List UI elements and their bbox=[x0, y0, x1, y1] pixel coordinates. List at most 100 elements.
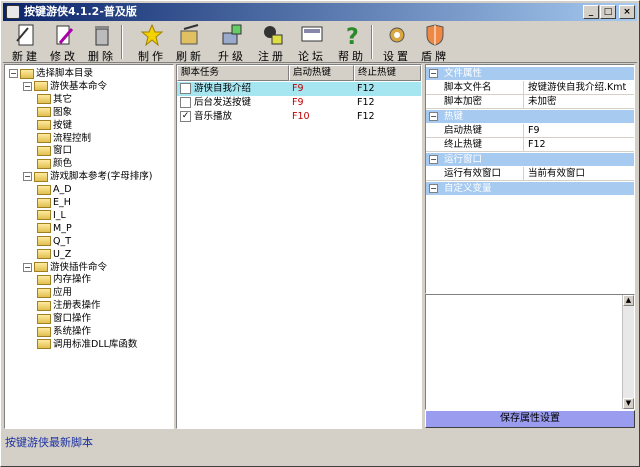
tree-node[interactable]: − 游戏脚本参考(字母排序) bbox=[23, 170, 152, 183]
collapse-icon[interactable]: − bbox=[429, 155, 438, 164]
scrollbar[interactable]: ▲ ▼ bbox=[622, 295, 634, 409]
refresh-icon bbox=[178, 23, 202, 47]
tree-node-label: 图象 bbox=[53, 106, 73, 118]
tree-node[interactable]: 窗口操作 bbox=[37, 312, 91, 325]
prop-value[interactable]: 当前有效窗口 bbox=[526, 167, 632, 181]
prop-key: 脚本加密 bbox=[442, 95, 524, 108]
tree-node[interactable]: U_Z bbox=[37, 248, 71, 261]
expand-icon[interactable]: − bbox=[429, 184, 438, 193]
task-checkbox[interactable] bbox=[180, 83, 191, 94]
toolbar-upgrade-button[interactable]: 升级 bbox=[213, 23, 251, 63]
folder-icon bbox=[37, 339, 51, 350]
folder-icon bbox=[37, 120, 51, 131]
prop-value[interactable]: 未加密 bbox=[526, 95, 632, 109]
toolbar-new-file-button[interactable]: 新建 bbox=[7, 23, 45, 63]
task-start-hotkey: F9 bbox=[292, 83, 304, 94]
category-file-label: 文件属性 bbox=[444, 68, 483, 79]
toolbar-forum-button[interactable]: 论坛 bbox=[293, 23, 331, 63]
tree-node-label: 游戏脚本参考(字母排序) bbox=[50, 171, 153, 183]
collapse-icon[interactable]: − bbox=[23, 172, 32, 182]
tree-node[interactable]: 应用 bbox=[37, 286, 72, 299]
prop-row-script-file[interactable]: 脚本文件名 按键游侠自我介绍.Kmt bbox=[426, 81, 634, 95]
col-header-start-hotkey[interactable]: 启动热键 bbox=[289, 65, 354, 81]
tree-node[interactable]: E_H bbox=[37, 196, 71, 209]
toolbar-trash-button[interactable]: 删除 bbox=[83, 23, 121, 63]
prop-row-encrypt[interactable]: 脚本加密 未加密 bbox=[426, 95, 634, 109]
tree-node[interactable]: 注册表操作 bbox=[37, 299, 101, 312]
tree-node[interactable]: Q_T bbox=[37, 235, 71, 248]
task-row[interactable]: ✓ 音乐播放 F10 F12 bbox=[177, 110, 421, 124]
collapse-icon[interactable]: − bbox=[429, 69, 438, 78]
toolbar-separator bbox=[371, 25, 373, 59]
task-row[interactable]: 游侠自我介绍 F9 F12 bbox=[177, 82, 421, 96]
tree-node[interactable]: A_D bbox=[37, 183, 72, 196]
task-checkbox[interactable]: ✓ bbox=[180, 111, 191, 122]
category-custom-vars[interactable]: − 自定义变量 bbox=[426, 182, 634, 195]
tree-node[interactable]: 按键 bbox=[37, 119, 72, 132]
scroll-up-icon[interactable]: ▲ bbox=[623, 295, 634, 306]
prop-value[interactable]: F9 bbox=[526, 124, 632, 138]
toolbar-edit-button[interactable]: 修改 bbox=[45, 23, 83, 63]
folder-icon bbox=[34, 262, 48, 272]
tree-node[interactable]: 流程控制 bbox=[37, 132, 91, 145]
tree-node[interactable]: − 游侠插件命令 bbox=[23, 261, 107, 274]
prop-value[interactable]: F12 bbox=[526, 138, 632, 152]
task-stop-hotkey: F12 bbox=[357, 97, 375, 108]
script-directory-tree[interactable]: − 选择脚本目录 − 游侠基本命令 其它 图象 按键 流程控制 窗口 颜色 − 游戏脚本参考(字母排序… bbox=[4, 64, 174, 429]
prop-row-start-hotkey[interactable]: 启动热键 F9 bbox=[426, 124, 634, 138]
task-start-hotkey: F9 bbox=[292, 97, 304, 108]
settings-icon bbox=[385, 23, 409, 47]
prop-row-stop-hotkey[interactable]: 终止热键 F12 bbox=[426, 138, 634, 152]
tree-node[interactable]: 窗口 bbox=[37, 144, 72, 157]
category-window-label: 运行窗口 bbox=[444, 154, 483, 165]
toolbar-label: 设置 bbox=[383, 50, 411, 63]
tree-node[interactable]: − 游侠基本命令 bbox=[23, 80, 107, 93]
tree-node[interactable]: 内存操作 bbox=[37, 273, 91, 286]
main-window: 按键游侠4.1.2-普及版 _ □ × 新建 修改 删除 制作 刷新 升级 注册 论坛? 帮助 设… bbox=[0, 0, 640, 467]
task-list[interactable]: 脚本任务 启动热键 终止热键 游侠自我介绍 F9 F12 后台发送按键 F9 F12 ✓ 音乐… bbox=[176, 64, 422, 429]
save-properties-button[interactable]: 保存属性设置 bbox=[425, 410, 635, 428]
description-box[interactable]: ▲ ▼ bbox=[425, 294, 635, 410]
category-window[interactable]: − 运行窗口 bbox=[426, 153, 634, 166]
prop-row-active-window[interactable]: 运行有效窗口 当前有效窗口 bbox=[426, 167, 634, 181]
tree-node[interactable]: I_L bbox=[37, 209, 66, 222]
toolbar-label: 制作 bbox=[138, 50, 166, 63]
title-bar[interactable]: 按键游侠4.1.2-普及版 _ □ × bbox=[3, 3, 637, 21]
tree-node[interactable]: 图象 bbox=[37, 106, 72, 119]
close-button[interactable]: × bbox=[619, 5, 635, 19]
toolbar-settings-button[interactable]: 设置 bbox=[378, 23, 416, 63]
status-link[interactable]: 按键游侠最新脚本 bbox=[5, 434, 93, 450]
toolbar-refresh-button[interactable]: 刷新 bbox=[171, 23, 209, 63]
tree-node-label: E_H bbox=[53, 197, 71, 208]
folder-icon bbox=[37, 184, 51, 195]
toolbar-shield-button[interactable]: 盾牌 bbox=[416, 23, 454, 63]
toolbar-label: 升级 bbox=[218, 50, 246, 63]
collapse-icon[interactable]: − bbox=[429, 112, 438, 121]
collapse-icon[interactable]: − bbox=[9, 69, 18, 78]
prop-value[interactable]: 按键游侠自我介绍.Kmt bbox=[526, 81, 632, 95]
forum-icon bbox=[300, 23, 324, 47]
collapse-icon[interactable]: − bbox=[23, 81, 32, 91]
prop-key: 终止热键 bbox=[442, 138, 524, 151]
task-checkbox[interactable] bbox=[180, 97, 191, 108]
category-file[interactable]: − 文件属性 bbox=[426, 67, 634, 80]
tree-node[interactable]: M_P bbox=[37, 222, 72, 235]
tree-node[interactable]: − 选择脚本目录 bbox=[9, 67, 93, 80]
task-row[interactable]: 后台发送按键 F9 F12 bbox=[177, 96, 421, 110]
category-hotkey[interactable]: − 热键 bbox=[426, 110, 634, 123]
maximize-button[interactable]: □ bbox=[600, 5, 616, 19]
folder-icon bbox=[37, 158, 51, 169]
col-header-stop-hotkey[interactable]: 终止热键 bbox=[354, 65, 421, 81]
scroll-down-icon[interactable]: ▼ bbox=[623, 398, 634, 409]
toolbar-star-button[interactable]: 制作 bbox=[133, 23, 171, 63]
toolbar-register-button[interactable]: 注册 bbox=[253, 23, 291, 63]
tree-node[interactable]: 颜色 bbox=[37, 157, 72, 170]
tree-node[interactable]: 系统操作 bbox=[37, 325, 91, 338]
minimize-button[interactable]: _ bbox=[583, 5, 599, 19]
col-header-task[interactable]: 脚本任务 bbox=[177, 65, 289, 81]
tree-node[interactable]: 调用标准DLL库函数 bbox=[37, 338, 137, 351]
tree-node[interactable]: 其它 bbox=[37, 93, 72, 106]
collapse-icon[interactable]: − bbox=[23, 262, 32, 272]
property-grid[interactable]: − 文件属性 脚本文件名 按键游侠自我介绍.Kmt 脚本加密 未加密 − 热键 启动热键… bbox=[425, 64, 635, 294]
toolbar-help-button[interactable]: ? 帮助 bbox=[333, 23, 371, 63]
